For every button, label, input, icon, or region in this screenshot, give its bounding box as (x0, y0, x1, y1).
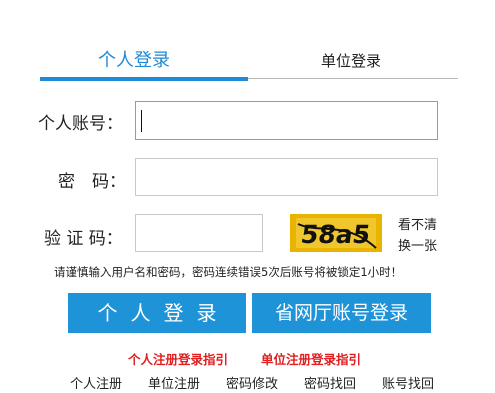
tab-personal-login[interactable]: 个人登录 (98, 46, 170, 72)
account-label: 个人账号： (38, 114, 123, 134)
personal-register-link[interactable]: 个人注册 (70, 373, 122, 392)
captcha-image[interactable]: 58a5 (290, 214, 382, 252)
lockout-warning: 请谨慎输入用户名和密码，密码连续错误5次后账号将被锁定1小时！ (54, 265, 403, 279)
unit-register-link[interactable]: 单位注册 (148, 373, 200, 392)
captcha-input[interactable] (135, 214, 263, 252)
captcha-label: 验 证 码： (44, 229, 123, 249)
text-caret (141, 110, 142, 132)
personal-registration-guide-link[interactable]: 个人注册登录指引 (128, 349, 228, 368)
account-input[interactable] (135, 101, 438, 140)
recover-account-link[interactable]: 账号找回 (382, 373, 434, 392)
password-label: 密 码： (58, 172, 126, 192)
province-account-login-button[interactable]: 省网厅账号登录 (252, 293, 431, 333)
unit-registration-guide-link[interactable]: 单位注册登录指引 (261, 349, 361, 368)
recover-password-link[interactable]: 密码找回 (304, 373, 356, 392)
active-tab-indicator (40, 77, 248, 81)
captcha-text: 58a5 (299, 220, 372, 249)
change-password-link[interactable]: 密码修改 (226, 373, 278, 392)
personal-login-button[interactable]: 个人登录 (68, 293, 246, 333)
tab-unit-login[interactable]: 单位登录 (321, 50, 381, 71)
password-input[interactable] (135, 158, 438, 196)
refresh-captcha-link-line1[interactable]: 看不清 (398, 214, 437, 233)
refresh-captcha-link-line2[interactable]: 换一张 (398, 235, 437, 254)
